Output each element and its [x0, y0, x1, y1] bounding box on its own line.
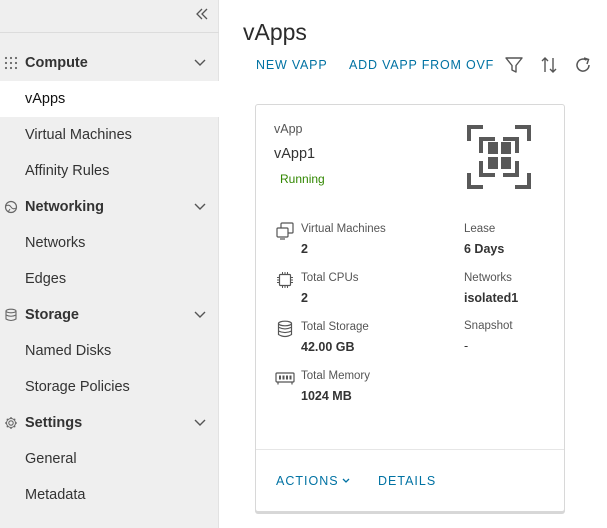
double-chevron-left-icon — [196, 8, 208, 20]
refresh-icon[interactable] — [572, 54, 594, 76]
stat-lease-label: Lease — [464, 223, 496, 235]
stat-virtual-machines-value: 2 — [301, 242, 308, 256]
sidebar-item-virtual-machines[interactable]: Virtual Machines — [0, 117, 219, 153]
sidebar-item-vapps[interactable]: vApps — [0, 81, 219, 117]
sidebar-item-metadata[interactable]: Metadata — [0, 477, 219, 513]
sidebar-item-label: Affinity Rules — [25, 163, 110, 179]
stat-networks-value: isolated1 — [464, 291, 519, 305]
vapp-icon — [467, 125, 531, 189]
sidebar-item-general[interactable]: General — [0, 441, 219, 477]
database-icon — [4, 308, 18, 322]
stat-virtual-machines-label: Virtual Machines — [301, 223, 386, 235]
sidebar-item-storage-policies[interactable]: Storage Policies — [0, 369, 219, 405]
memory-icon — [275, 368, 295, 388]
add-vapp-from-ovf-button[interactable]: ADD VAPP FROM OVF — [349, 58, 494, 72]
vapp-name: vApp1 — [274, 146, 316, 162]
section-networking[interactable]: Networking — [0, 189, 219, 225]
collapse-sidebar-button[interactable] — [192, 4, 212, 24]
chevron-down-icon — [193, 310, 207, 320]
sidebar-item-label: Networks — [25, 235, 86, 251]
storage-icon — [275, 319, 295, 339]
card-footer-divider — [256, 449, 564, 450]
section-networking-label: Networking — [25, 199, 104, 215]
sidebar-item-edges[interactable]: Edges — [0, 261, 219, 297]
grid-dots-icon — [4, 56, 18, 70]
chevron-down-icon — [193, 202, 207, 212]
globe-icon — [4, 200, 18, 214]
chevron-down-icon — [342, 478, 350, 483]
stat-total-storage-label: Total Storage — [301, 321, 369, 333]
stat-total-cpus-value: 2 — [301, 291, 308, 305]
sidebar: Compute vApps Virtual Machines Affinity … — [0, 0, 219, 528]
sidebar-item-label: Metadata — [25, 487, 86, 503]
sidebar-item-label: vApps — [25, 91, 66, 107]
gear-icon — [4, 416, 18, 430]
stat-total-memory-value: 1024 MB — [301, 389, 352, 403]
new-vapp-button[interactable]: NEW VAPP — [256, 58, 327, 72]
sort-icon[interactable] — [538, 54, 560, 76]
section-settings[interactable]: Settings — [0, 405, 219, 441]
stat-snapshot-label: Snapshot — [464, 320, 513, 332]
sidebar-divider — [0, 32, 219, 33]
sidebar-item-label: Edges — [25, 271, 67, 287]
chevron-down-icon — [193, 58, 207, 68]
actions-dropdown-button[interactable]: ACTIONS — [276, 474, 350, 488]
section-settings-label: Settings — [25, 415, 83, 431]
status-badge: Running — [280, 172, 325, 186]
stat-total-memory-label: Total Memory — [301, 370, 371, 382]
vm-icon — [275, 221, 295, 241]
card-type-label: vApp — [274, 122, 303, 136]
stat-total-cpus-label: Total CPUs — [301, 272, 359, 284]
filter-icon[interactable] — [503, 54, 525, 76]
details-button[interactable]: DETAILS — [378, 474, 436, 488]
section-compute-label: Compute — [25, 55, 88, 71]
stat-snapshot-value: - — [464, 339, 469, 353]
sidebar-item-label: Named Disks — [25, 343, 112, 359]
stat-total-storage-value: 42.00 GB — [301, 340, 355, 354]
sidebar-item-label: Virtual Machines — [25, 127, 132, 143]
sidebar-item-networks[interactable]: Networks — [0, 225, 219, 261]
sidebar-item-label: Storage Policies — [25, 379, 130, 395]
stat-lease-value: 6 Days — [464, 242, 505, 256]
sidebar-item-named-disks[interactable]: Named Disks — [0, 333, 219, 369]
page-title: vApps — [243, 19, 307, 45]
sidebar-item-affinity-rules[interactable]: Affinity Rules — [0, 153, 219, 189]
sidebar-item-label: General — [25, 451, 77, 467]
section-compute[interactable]: Compute — [0, 45, 219, 81]
section-storage-label: Storage — [25, 307, 79, 323]
cpu-icon — [275, 270, 295, 290]
chevron-down-icon — [193, 418, 207, 428]
stat-networks-label: Networks — [464, 272, 512, 284]
vapp-card: vApp vApp1 Running Virtual Machines 2 To… — [255, 104, 565, 512]
section-storage[interactable]: Storage — [0, 297, 219, 333]
actions-label: ACTIONS — [276, 474, 339, 488]
